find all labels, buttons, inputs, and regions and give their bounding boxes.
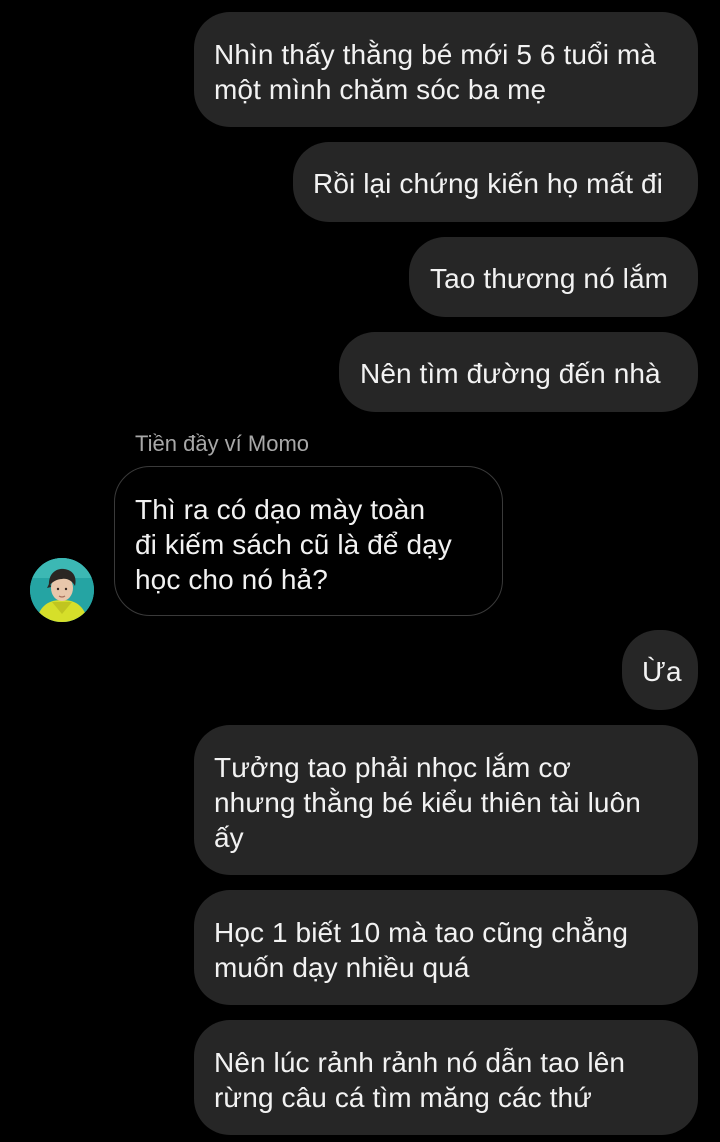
message-text: Học 1 biết 10 mà tao cũng chẳng xyxy=(214,917,629,948)
message-text: một mình chăm sóc ba mẹ xyxy=(214,74,547,105)
message-text: học cho nó hả? xyxy=(135,564,328,595)
message-text: đi kiếm sách cũ là để dạy xyxy=(135,529,452,560)
message-text: rừng câu cá tìm măng các thứ xyxy=(214,1082,592,1113)
message-text: Thì ra có dạo mày toàn xyxy=(135,494,426,525)
message-bubble-outgoing[interactable]: Ừa xyxy=(622,630,698,710)
message-text: Nhìn thấy thằng bé mới 5 6 tuổi mà xyxy=(214,39,657,70)
message-bubble-outgoing[interactable]: Học 1 biết 10 mà tao cũng chẳng muốn dạy… xyxy=(194,890,698,1005)
message-text: muốn dạy nhiều quá xyxy=(214,952,470,983)
message-text: Tưởng tao phải nhọc lắm cơ xyxy=(214,752,571,783)
message-text: Rồi lại chứng kiến họ mất đi xyxy=(313,168,663,199)
message-bubble-outgoing[interactable]: Tưởng tao phải nhọc lắm cơ nhưng thằng b… xyxy=(194,725,698,875)
message-text: nhưng thằng bé kiểu thiên tài luôn xyxy=(214,787,641,818)
message-text: Nên lúc rảnh rảnh nó dẫn tao lên xyxy=(214,1047,626,1078)
message-text: Tao thương nó lắm xyxy=(430,263,669,294)
message-bubble-outgoing[interactable]: Nên lúc rảnh rảnh nó dẫn tao lên rừng câ… xyxy=(194,1020,698,1135)
message-bubble-outgoing[interactable]: Nên tìm đường đến nhà xyxy=(339,332,698,412)
message-text: Ừa xyxy=(642,656,682,687)
message-bubble-outgoing[interactable]: Rồi lại chứng kiến họ mất đi xyxy=(293,142,698,222)
message-bubble-outgoing[interactable]: Tao thương nó lắm xyxy=(409,237,698,317)
message-text: ấy xyxy=(214,822,244,853)
message-bubble-incoming[interactable]: Thì ra có dạo mày toàn đi kiếm sách cũ l… xyxy=(114,466,503,616)
message-bubble-outgoing[interactable]: Nhìn thấy thằng bé mới 5 6 tuổi mà một m… xyxy=(194,12,698,127)
user-avatar[interactable] xyxy=(30,558,94,622)
user-avatar-photo-icon xyxy=(30,558,94,622)
message-text: Nên tìm đường đến nhà xyxy=(360,358,661,389)
sender-name: Tiền đầy ví Momo xyxy=(135,431,310,456)
